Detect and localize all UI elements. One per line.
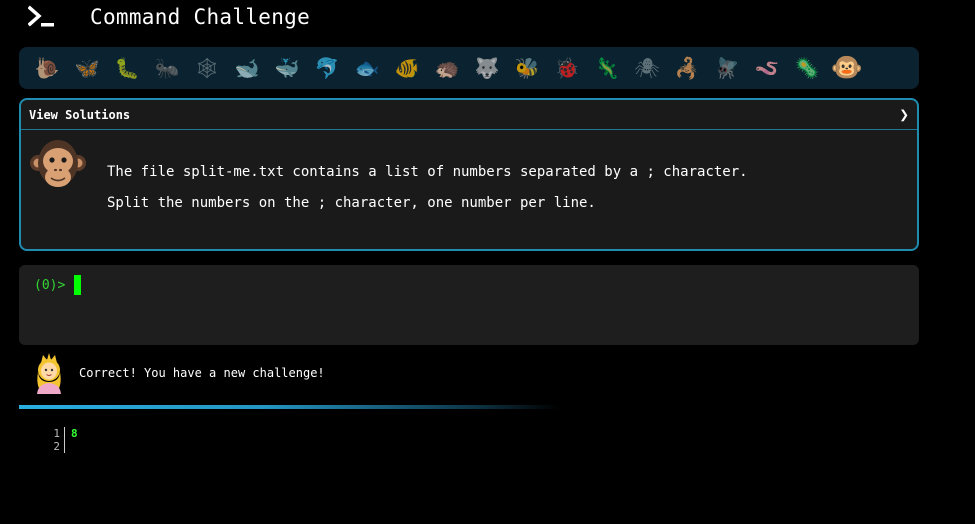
fish-icon[interactable]: 🐟	[347, 50, 387, 86]
challenge-panel: View Solutions ❯ The file split-me.txt c…	[19, 98, 919, 251]
wolf-icon[interactable]: 🐺	[467, 50, 507, 86]
hedgehog-icon[interactable]: 🦔	[427, 50, 467, 86]
level-glyph: 🐜	[154, 56, 180, 80]
spider-icon[interactable]: 🕷	[627, 50, 667, 86]
level-glyph: 🪰	[714, 56, 740, 80]
dolphin-icon[interactable]: 🐬	[307, 50, 347, 86]
view-solutions-toggle[interactable]: View Solutions ❯	[21, 100, 917, 130]
level-glyph: 🐝	[514, 56, 540, 80]
ant-icon[interactable]: 🐜	[147, 50, 187, 86]
level-glyph: 🦎	[594, 56, 620, 80]
output-line: 18	[45, 427, 78, 440]
butterfly-icon[interactable]: 🦋	[67, 50, 107, 86]
whale-icon[interactable]: 🐋	[227, 50, 267, 86]
challenge-text-line-2: Split the numbers on the ; character, on…	[107, 195, 596, 211]
terminal-logo-icon	[28, 5, 54, 27]
level-glyph: 🐛	[114, 56, 140, 80]
monkey-avatar-icon	[30, 140, 86, 187]
terminal-input[interactable]: (0)>	[19, 265, 919, 345]
command-output: 182	[45, 427, 78, 453]
line-content: 8	[71, 427, 78, 440]
output-line: 2	[45, 440, 78, 453]
tropical-fish-icon[interactable]: 🐠	[387, 50, 427, 86]
level-glyph: 🕷	[634, 56, 660, 80]
line-content	[65, 440, 71, 453]
spider-web-icon[interactable]: 🕸	[187, 50, 227, 86]
lizard-icon[interactable]: 🦎	[587, 50, 627, 86]
bee-icon[interactable]: 🐝	[507, 50, 547, 86]
level-glyph: 🐋	[234, 56, 260, 80]
level-glyph: 🦂	[674, 56, 700, 80]
challenge-text-line-1: The file split-me.txt contains a list of…	[107, 164, 748, 180]
line-number: 1	[45, 427, 65, 440]
chevron-right-icon[interactable]: ❯	[899, 105, 909, 124]
scorpion-icon[interactable]: 🦂	[667, 50, 707, 86]
level-glyph: 🦋	[74, 56, 100, 80]
progress-divider	[19, 405, 559, 409]
level-glyph: 🕸	[194, 56, 220, 80]
level-glyph: 🐬	[314, 56, 340, 80]
feedback-text: Correct! You have a new challenge!	[79, 366, 325, 380]
microbe-icon[interactable]: 🦠	[787, 50, 827, 86]
princess-icon	[37, 353, 61, 394]
caterpillar-icon[interactable]: 🐛	[107, 50, 147, 86]
level-glyph: 🐳	[274, 56, 300, 80]
level-glyph: 🐵	[830, 53, 864, 83]
terminal-cursor	[74, 275, 81, 295]
snail-icon[interactable]: 🐌	[27, 50, 67, 86]
level-glyph: 🐠	[394, 56, 420, 80]
level-glyph: 🦠	[794, 56, 820, 80]
monkey-icon[interactable]: 🐵	[827, 50, 867, 86]
level-glyph: 🪱	[754, 56, 780, 80]
page-title: Command Challenge	[90, 5, 311, 29]
feedback-message: Correct! You have a new challenge!	[32, 352, 325, 394]
level-glyph: 🐌	[34, 56, 60, 80]
challenge-description: The file split-me.txt contains a list of…	[107, 164, 748, 226]
level-navigation: 🐌 🦋 🐛 🐜 🕸 🐋 🐳 🐬 🐟 🐠 🦔 🐺 🐝 🐞 🦎 🕷 🦂 🪰 🪱 🦠 🐵	[19, 47, 919, 89]
level-glyph: 🐺	[474, 56, 500, 80]
prompt: (0)>	[34, 278, 66, 293]
line-number: 2	[45, 440, 65, 453]
level-glyph: 🦔	[434, 56, 460, 80]
level-glyph: 🐞	[554, 56, 580, 80]
challenge-body: The file split-me.txt contains a list of…	[21, 130, 917, 250]
header: Command Challenge	[28, 2, 310, 32]
fly-icon[interactable]: 🪰	[707, 50, 747, 86]
level-glyph: 🐟	[354, 56, 380, 80]
spouting-whale-icon[interactable]: 🐳	[267, 50, 307, 86]
ladybug-icon[interactable]: 🐞	[547, 50, 587, 86]
view-solutions-label: View Solutions	[29, 107, 131, 122]
worm-icon[interactable]: 🪱	[747, 50, 787, 86]
